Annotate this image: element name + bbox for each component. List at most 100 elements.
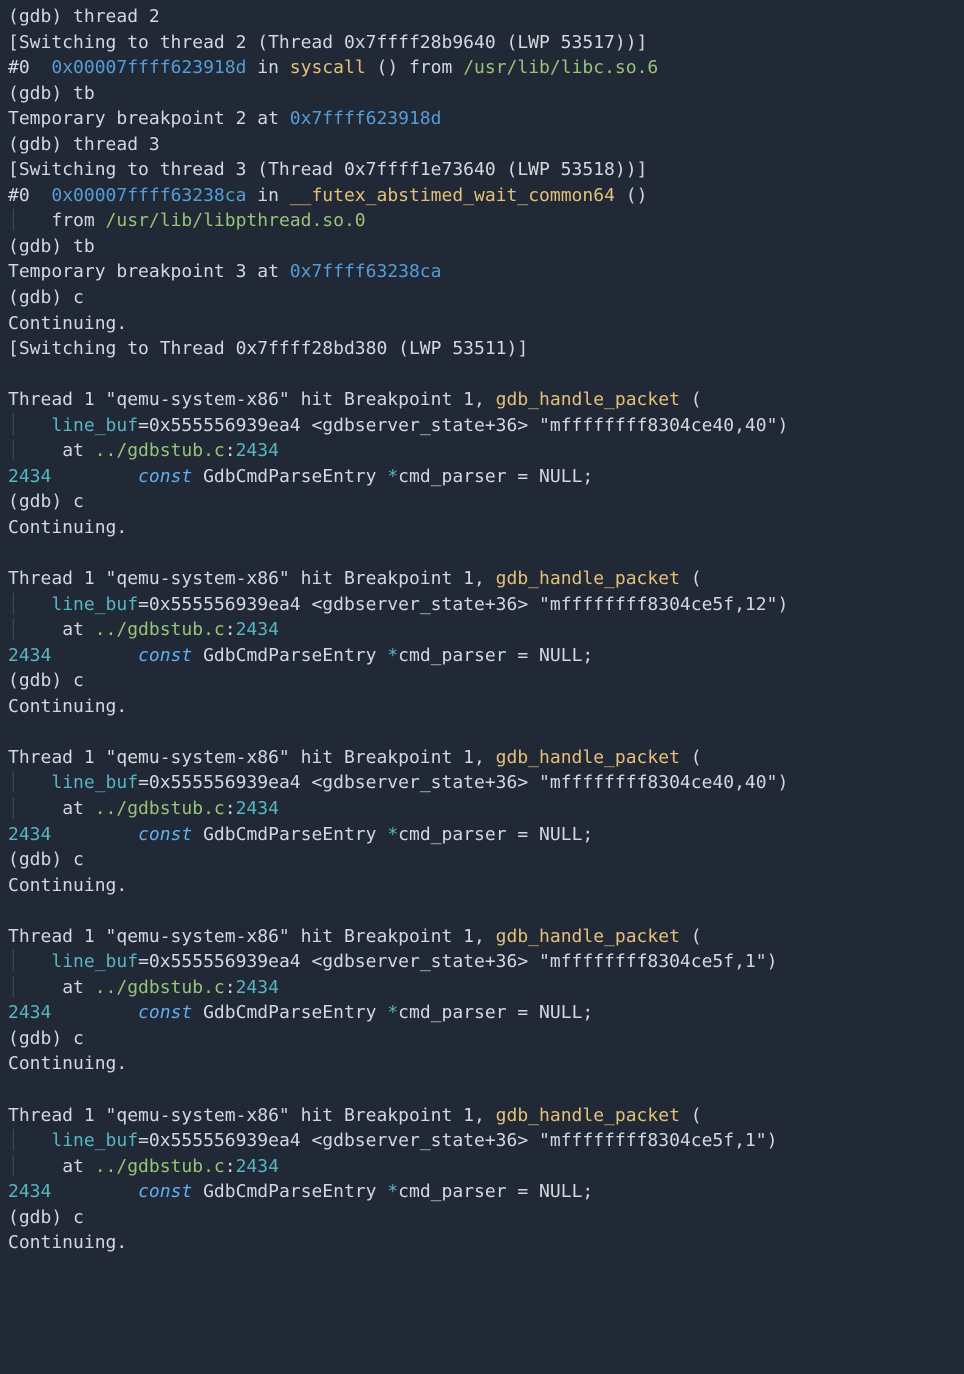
gdb-prompt: (gdb) <box>8 236 73 257</box>
after-fn: () from <box>366 57 464 78</box>
addr: 0x7ffff63238ca <box>290 261 442 282</box>
sp <box>192 466 203 487</box>
gdb-cmd: tb <box>73 236 95 257</box>
lineno: 2434 <box>236 977 279 998</box>
hit-lead: Thread 1 "qemu-system-x86" hit Breakpoin… <box>8 747 496 768</box>
path: ../gdbstub.c <box>95 619 225 640</box>
colon: : <box>225 1156 236 1177</box>
sp <box>192 645 203 666</box>
pad <box>51 1002 138 1023</box>
lineno: 2434 <box>236 798 279 819</box>
param: line_buf <box>51 594 138 615</box>
gdb-cmd: thread 2 <box>73 6 160 27</box>
hit-lead: Thread 1 "qemu-system-x86" hit Breakpoin… <box>8 568 496 589</box>
src-lineno: 2434 <box>8 1002 51 1023</box>
kw-const: const <box>138 824 192 845</box>
addr: 0x7ffff623918d <box>290 108 442 129</box>
indent-guide: │ <box>8 594 19 615</box>
close-paren: ) <box>767 1130 778 1151</box>
rest: cmd_parser = NULL; <box>398 466 593 487</box>
indent-guide: │ <box>8 951 19 972</box>
switch-msg: [Switching to thread 3 (Thread 0x7ffff1e… <box>8 159 647 180</box>
gdb-cmd: c <box>73 1028 84 1049</box>
pad <box>51 466 138 487</box>
rest: cmd_parser = NULL; <box>398 824 593 845</box>
addr: 0x00007ffff63238ca <box>51 185 246 206</box>
path: ../gdbstub.c <box>95 440 225 461</box>
open-paren: ( <box>680 747 702 768</box>
after-fn: () <box>615 185 648 206</box>
src-lineno: 2434 <box>8 824 51 845</box>
gdb-cmd: tb <box>73 83 95 104</box>
rest: cmd_parser = NULL; <box>398 1002 593 1023</box>
fn-name: syscall <box>290 57 366 78</box>
fn-name: gdb_handle_packet <box>496 747 680 768</box>
path: /usr/lib/libpthread.so.0 <box>106 210 366 231</box>
at: at <box>19 1156 95 1177</box>
indent-guide: │ <box>8 772 19 793</box>
param: line_buf <box>51 1130 138 1151</box>
continuing: Continuing. <box>8 1053 127 1074</box>
sp <box>192 824 203 845</box>
src-lineno: 2434 <box>8 466 51 487</box>
src-lineno: 2434 <box>8 645 51 666</box>
eq: =0x555556939ea4 <gdbserver_state+36> <box>138 415 539 436</box>
gdb-prompt: (gdb) <box>8 1207 73 1228</box>
gdb-cmd: c <box>73 491 84 512</box>
kw-const: const <box>138 1002 192 1023</box>
fn-name: gdb_handle_packet <box>496 1105 680 1126</box>
path: /usr/lib/libc.so.6 <box>463 57 658 78</box>
indent-guide: │ <box>8 1130 19 1151</box>
close-paren: ) <box>777 415 788 436</box>
open-paren: ( <box>680 389 702 410</box>
hit-lead: Thread 1 "qemu-system-x86" hit Breakpoin… <box>8 1105 496 1126</box>
at: at <box>19 798 95 819</box>
addr: 0x00007ffff623918d <box>51 57 246 78</box>
eq: =0x555556939ea4 <gdbserver_state+36> <box>138 594 539 615</box>
at: at <box>19 619 95 640</box>
star: * <box>387 1002 398 1023</box>
lineno: 2434 <box>236 619 279 640</box>
strval: "mffffffff8304ce40,40" <box>539 415 777 436</box>
type: GdbCmdParseEntry <box>203 1002 387 1023</box>
open-paren: ( <box>680 926 702 947</box>
terminal-output: (gdb) thread 2 [Switching to thread 2 (T… <box>0 0 964 1264</box>
fn-name: gdb_handle_packet <box>496 926 680 947</box>
lineno: 2434 <box>236 1156 279 1177</box>
tbp-msg: Temporary breakpoint 3 at <box>8 261 290 282</box>
gdb-prompt: (gdb) <box>8 6 73 27</box>
eq: =0x555556939ea4 <gdbserver_state+36> <box>138 951 539 972</box>
type: GdbCmdParseEntry <box>203 645 387 666</box>
strval: "mffffffff8304ce5f,1" <box>539 951 767 972</box>
colon: : <box>225 977 236 998</box>
gdb-prompt: (gdb) <box>8 134 73 155</box>
path: ../gdbstub.c <box>95 977 225 998</box>
continuing: Continuing. <box>8 875 127 896</box>
star: * <box>387 466 398 487</box>
path: ../gdbstub.c <box>95 1156 225 1177</box>
tbp-msg: Temporary breakpoint 2 at <box>8 108 290 129</box>
rest: cmd_parser = NULL; <box>398 1181 593 1202</box>
indent-guide: │ <box>8 210 19 231</box>
fn-name: gdb_handle_packet <box>496 389 680 410</box>
indent-guide: │ <box>8 619 19 640</box>
param: line_buf <box>51 415 138 436</box>
continuing: Continuing. <box>8 517 127 538</box>
open-paren: ( <box>680 1105 702 1126</box>
kw-const: const <box>138 645 192 666</box>
pad <box>51 645 138 666</box>
kw-in: in <box>246 57 289 78</box>
frame-num: #0 <box>8 57 51 78</box>
gdb-cmd: c <box>73 1207 84 1228</box>
pad <box>51 824 138 845</box>
kw-const: const <box>138 1181 192 1202</box>
gdb-prompt: (gdb) <box>8 670 73 691</box>
colon: : <box>225 619 236 640</box>
continuing: Continuing. <box>8 313 127 334</box>
gdb-prompt: (gdb) <box>8 1028 73 1049</box>
indent-guide: │ <box>8 415 19 436</box>
pad <box>51 1181 138 1202</box>
close-paren: ) <box>777 772 788 793</box>
gdb-prompt: (gdb) <box>8 287 73 308</box>
gdb-cmd: c <box>73 670 84 691</box>
